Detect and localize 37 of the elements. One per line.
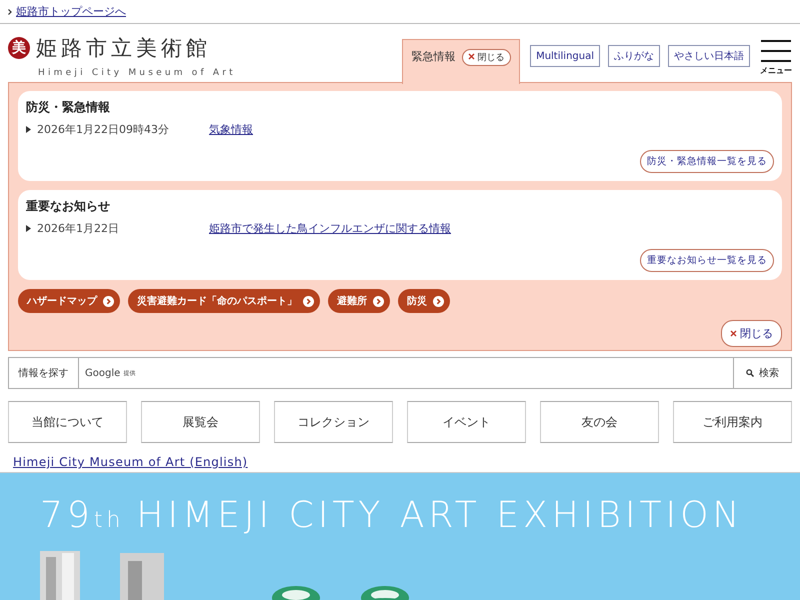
close-chip[interactable]: 閉じる — [462, 49, 510, 66]
language-button[interactable]: Multilingual — [530, 45, 600, 67]
quick-link-button[interactable]: 防災 — [398, 289, 450, 313]
top-page-link[interactable]: 姫路市トップページへ — [16, 4, 126, 19]
menu-label[interactable]: メニュー — [760, 65, 792, 76]
logo-mark: 美 — [8, 37, 30, 59]
notice-link[interactable]: 気象情報 — [209, 122, 253, 137]
caret-icon — [8, 8, 12, 14]
language-button[interactable]: やさしい日本語 — [668, 45, 750, 67]
quick-link-button[interactable]: 災害避難カード「命のパスポート」 — [128, 289, 320, 313]
bullet-icon — [26, 126, 31, 133]
notice-date: 2026年1月22日 — [37, 221, 120, 236]
logo-subtitle: Himeji City Museum of Art — [37, 68, 236, 78]
english-link[interactable]: Himeji City Museum of Art (English) — [13, 455, 248, 469]
nav-item[interactable]: 展覧会 — [141, 401, 260, 443]
quick-link-button[interactable]: ハザードマップ — [18, 289, 120, 313]
banner-title: 79 th HIMEJI CITY ART EXHIBITION — [40, 495, 744, 536]
close-icon — [730, 330, 736, 337]
nav-item[interactable]: 当館について — [8, 401, 127, 443]
nav-item[interactable]: コレクション — [274, 401, 393, 443]
notice-date: 2026年1月22日09時43分 — [37, 122, 170, 137]
view-list-button[interactable]: 防災・緊急情報一覧を見る — [640, 150, 774, 173]
card-title: 重要なお知らせ — [26, 198, 111, 215]
menu-icon[interactable] — [761, 40, 791, 62]
close-button[interactable]: 閉じる — [720, 320, 782, 347]
emergency-tab[interactable]: 緊急情報 閉じる — [402, 39, 520, 84]
quick-link-button[interactable]: 避難所 — [328, 289, 390, 313]
nav-item[interactable]: イベント — [407, 401, 526, 443]
language-button[interactable]: ふりがな — [608, 45, 660, 67]
nav-item[interactable]: ご利用案内 — [673, 401, 792, 443]
logo-title: 姫路市立美術館 — [36, 35, 211, 62]
close-icon — [468, 53, 475, 60]
notice-link[interactable]: 姫路市で発生した鳥インフルエンザに関する情報 — [209, 221, 451, 236]
card-title: 防災・緊急情報 — [26, 99, 111, 116]
nav-item[interactable]: 友の会 — [540, 401, 659, 443]
bullet-icon — [26, 225, 31, 232]
view-list-button[interactable]: 重要なお知らせ一覧を見る — [640, 249, 774, 272]
